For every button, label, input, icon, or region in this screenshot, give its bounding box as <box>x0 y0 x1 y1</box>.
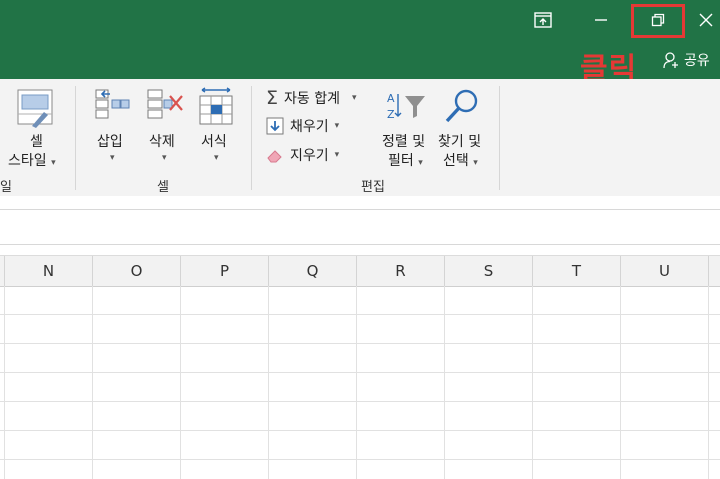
clear-caret-icon: ▾ <box>334 150 340 160</box>
column-header-U[interactable]: U <box>621 256 709 286</box>
ribbon-separator <box>75 86 76 190</box>
editing-group-label: 편집 <box>361 180 385 195</box>
sort-filter-label-1: 정렬 및 <box>382 134 426 150</box>
format-cells-icon <box>199 87 233 125</box>
column-header-T[interactable]: T <box>533 256 621 286</box>
formula-input[interactable] <box>0 209 720 245</box>
cell-styles-label-2: 스타일 ▾ <box>8 153 56 169</box>
cells-group-label: 셀 <box>157 180 169 195</box>
delete-label: 삭제 <box>149 134 175 150</box>
delete-cells-icon <box>147 89 183 119</box>
column-header-P[interactable]: P <box>181 256 269 286</box>
person-add-icon <box>663 52 678 69</box>
minimize-icon <box>595 19 607 21</box>
fill-caret-icon: ▾ <box>334 121 340 131</box>
eraser-icon <box>267 150 282 163</box>
sigma-icon: Σ <box>266 87 279 109</box>
column-header-O[interactable]: O <box>93 256 181 286</box>
svg-text:A: A <box>387 92 395 105</box>
find-select-label-1: 찾기 및 <box>438 134 482 150</box>
sort-filter-label-2: 필터 ▾ <box>388 153 423 169</box>
share-label: 공유 <box>684 53 710 69</box>
column-headers: N O P Q R S T U <box>0 255 720 287</box>
ribbon-separator <box>251 86 252 190</box>
insert-cells-icon <box>95 89 130 119</box>
fill-down-icon <box>266 117 284 135</box>
worksheet-grid[interactable] <box>0 286 720 479</box>
share-button[interactable]: 공유 <box>662 50 710 70</box>
fill-button[interactable]: 채우기 ▾ <box>266 116 339 136</box>
magnifier-icon <box>445 89 478 123</box>
minimize-button[interactable] <box>578 0 624 40</box>
cell-styles-label-1: 셀 <box>30 134 43 150</box>
ribbon-separator <box>499 86 500 190</box>
sort-filter-icon: A Z <box>387 92 425 121</box>
find-select-label-2: 선택 ▾ <box>443 153 478 169</box>
format-caret-icon: ▾ <box>214 153 219 163</box>
format-label: 서식 <box>201 134 227 150</box>
fill-label: 채우기 <box>290 119 329 135</box>
close-button[interactable] <box>692 0 720 40</box>
insert-caret-icon: ▾ <box>110 153 115 163</box>
autosum-label: 자동 합계 <box>284 91 340 107</box>
ribbon-display-options-button[interactable] <box>520 0 566 40</box>
svg-text:Z: Z <box>387 108 395 121</box>
column-header-N[interactable]: N <box>5 256 93 286</box>
insert-label: 삽입 <box>97 134 123 150</box>
styles-group-label: 일 <box>0 180 12 195</box>
click-highlight-box <box>631 4 685 38</box>
column-header-S[interactable]: S <box>445 256 533 286</box>
autosum-caret-icon: ▾ <box>352 93 357 103</box>
clear-button[interactable]: 지우기 ▾ <box>266 145 339 165</box>
column-header-R[interactable]: R <box>357 256 445 286</box>
delete-caret-icon: ▾ <box>162 153 167 163</box>
ribbon-display-icon <box>534 12 552 28</box>
close-icon <box>699 13 713 27</box>
cell-styles-icon <box>17 89 53 128</box>
column-header-Q[interactable]: Q <box>269 256 357 286</box>
clear-label: 지우기 <box>290 148 329 164</box>
autosum-button[interactable]: Σ 자동 합계 ▾ <box>266 87 357 109</box>
